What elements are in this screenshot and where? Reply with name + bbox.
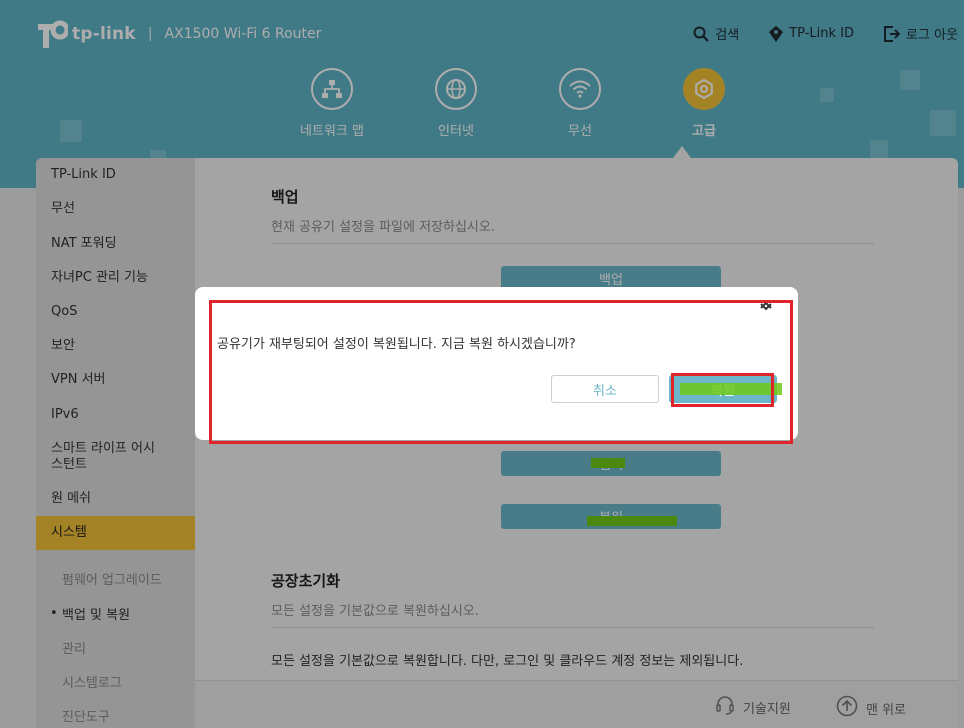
close-icon[interactable] — [755, 295, 777, 317]
cancel-button[interactable]: 취소 — [551, 375, 659, 403]
restore-confirm-dialog: 공유기가 재부팅되어 설정이 복원됩니다. 지금 복원 하시겠습니까? 취소 복… — [195, 287, 798, 440]
highlighter-mark — [680, 383, 782, 395]
dialog-message: 공유기가 재부팅되어 설정이 복원됩니다. 지금 복원 하시겠습니까? — [217, 337, 576, 352]
